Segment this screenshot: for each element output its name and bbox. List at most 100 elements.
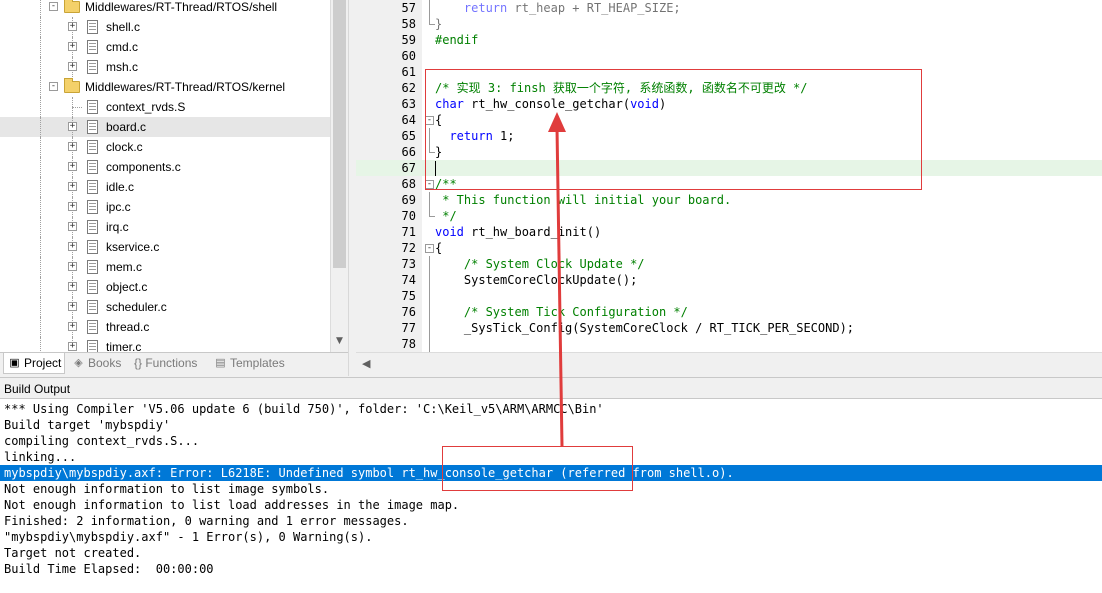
build-output-line[interactable]: "mybspdiy\mybspdiy.axf" - 1 Error(s), 0 … [0,529,1102,545]
tree-file-item[interactable]: + ipc.c [0,197,330,217]
code-text: * This function will initial your board. [435,192,731,208]
code-line[interactable]: 72-{ [356,240,1102,256]
scroll-down-arrow-icon[interactable]: ▼ [333,336,346,350]
code-line[interactable]: 75 [356,288,1102,304]
project-panel-tabs: ▣ Project ◈ Books {} Functions ▤ Templates [0,352,352,374]
code-text: SystemCoreClockUpdate(); [435,272,637,288]
tree-scrollbar[interactable]: ▼ [330,0,348,352]
annotation-box-code [425,69,922,190]
tree-file-label: cmd.c [106,40,139,54]
line-number: 78 [401,337,416,351]
panel-splitter[interactable] [348,0,356,376]
tab-functions[interactable]: {} Functions [128,353,206,374]
tab-templates[interactable]: ▤ Templates [210,353,288,374]
tree-scrollbar-thumb[interactable] [333,0,346,268]
scroll-left-arrow-icon[interactable]: ◀ [362,357,370,370]
tree-file-item[interactable]: + shell.c [0,17,330,37]
code-text: */ [435,208,456,224]
line-number: 57 [401,1,416,15]
code-line[interactable]: 73 /* System Clock Update */ [356,256,1102,272]
tab-label: Project [24,356,62,370]
tree-file-item[interactable]: + clock.c [0,137,330,157]
fold-toggle-icon[interactable]: - [425,244,434,253]
build-output-line[interactable]: Not enough information to list load addr… [0,497,1102,513]
code-line[interactable]: 78 [356,336,1102,352]
tree-file-item[interactable]: + object.c [0,277,330,297]
tree-file-item[interactable]: + cmd.c [0,37,330,57]
line-number: 77 [401,321,416,335]
code-line[interactable]: 74 SystemCoreClockUpdate(); [356,272,1102,288]
tree-file-item[interactable]: + msh.c [0,57,330,77]
tree-file-label: object.c [106,280,148,294]
tab-books[interactable]: ◈ Books [68,353,124,374]
tree-file-item[interactable]: + scheduler.c [0,297,330,317]
tree-folder[interactable]: - Middlewares/RT-Thread/RTOS/shell [0,0,330,17]
code-token: rt_hw_board_init() [463,225,602,239]
code-text: void rt_hw_board_init() [435,224,601,240]
c-file-icon [87,20,98,34]
fold-guide [429,304,430,320]
code-line[interactable]: 76 /* System Tick Configuration */ [356,304,1102,320]
expand-icon[interactable]: + [68,62,77,71]
code-line[interactable]: 58} [356,16,1102,32]
expand-icon[interactable]: + [68,262,77,271]
expand-icon[interactable]: + [68,242,77,251]
code-line[interactable]: 77 _SysTick_Config(SystemCoreClock / RT_… [356,320,1102,336]
code-token: void [435,225,464,239]
c-file-icon [87,180,98,194]
line-number: 68 [401,177,416,191]
tree-file-item[interactable]: + components.c [0,157,330,177]
code-line[interactable]: 69 * This function will initial your boa… [356,192,1102,208]
expand-icon[interactable]: + [68,142,77,151]
tree-file-item[interactable]: context_rvds.S [0,97,330,117]
expand-icon[interactable]: + [68,202,77,211]
expand-icon[interactable]: + [68,22,77,31]
code-text: /* System Clock Update */ [435,256,645,272]
expand-icon[interactable]: + [68,162,77,171]
expand-icon[interactable]: + [68,122,77,131]
collapse-icon[interactable]: - [49,82,58,91]
tree-folder[interactable]: - Middlewares/RT-Thread/RTOS/kernel [0,77,330,97]
tree-file-item[interactable]: + thread.c [0,317,330,337]
build-output-line[interactable]: Finished: 2 information, 0 warning and 1… [0,513,1102,529]
code-text: /* System Tick Configuration */ [435,304,688,320]
code-line[interactable]: 59 #endif [356,32,1102,48]
code-line[interactable]: 71 void rt_hw_board_init() [356,224,1102,240]
folder-icon [64,78,80,93]
c-file-icon [87,140,98,154]
expand-icon[interactable]: + [68,322,77,331]
tree-file-item[interactable]: + timer.c [0,337,330,352]
code-line[interactable]: 70 */ [356,208,1102,224]
build-output-line[interactable]: Build Time Elapsed: 00:00:00 [0,561,1102,577]
line-number: 66 [401,145,416,159]
expand-icon[interactable]: + [68,222,77,231]
tree-file-item[interactable]: + board.c [0,117,330,137]
code-line[interactable]: 57 return rt_heap + RT_HEAP_SIZE; [356,0,1102,16]
line-number: 58 [401,17,416,31]
editor-horizontal-scrollbar[interactable]: ◀ [356,352,1102,376]
project-tree[interactable]: - Middlewares/RT-Thread/RTOS/shell + shell.… [0,0,348,352]
code-token: rt_heap + RT_HEAP_SIZE; [507,1,681,15]
build-output-line[interactable]: *** Using Compiler 'V5.06 update 6 (buil… [0,401,1102,417]
line-number: 64 [401,113,416,127]
expand-icon[interactable]: + [68,42,77,51]
build-output-panel[interactable]: *** Using Compiler 'V5.06 update 6 (buil… [0,399,1102,593]
expand-icon[interactable]: + [68,342,77,351]
expand-icon[interactable]: + [68,302,77,311]
build-output-line[interactable]: Build target 'mybspdiy' [0,417,1102,433]
code-text: return rt_heap + RT_HEAP_SIZE; [435,0,681,16]
collapse-icon[interactable]: - [49,2,58,11]
expand-icon[interactable]: + [68,282,77,291]
c-file-icon [87,240,98,254]
code-token: * This function will initial your board. [435,193,732,207]
tab-project[interactable]: ▣ Project [3,353,65,374]
tree-file-item[interactable]: + irq.c [0,217,330,237]
c-file-icon [87,100,98,114]
tree-file-item[interactable]: + mem.c [0,257,330,277]
build-output-line[interactable]: Target not created. [0,545,1102,561]
code-line[interactable]: 60 [356,48,1102,64]
tree-file-label: ipc.c [106,200,131,214]
tree-file-item[interactable]: + idle.c [0,177,330,197]
expand-icon[interactable]: + [68,182,77,191]
tree-file-item[interactable]: + kservice.c [0,237,330,257]
